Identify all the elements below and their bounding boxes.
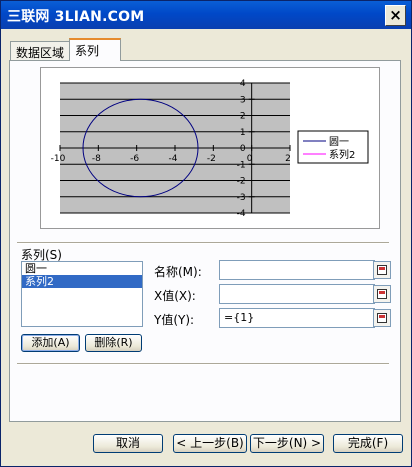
tab-series[interactable]: 系列	[69, 38, 121, 61]
x-tick-label: 0	[247, 154, 253, 164]
range-picker-icon	[377, 265, 387, 275]
name-range-picker[interactable]	[373, 261, 391, 279]
series-list[interactable]: 圆一 系列2	[21, 261, 143, 327]
y-tick-label: 1	[240, 128, 246, 138]
y-tick-label: 4	[240, 79, 246, 89]
y-tick-label: -1	[237, 160, 246, 170]
tab-data-range[interactable]: 数据区域	[10, 41, 71, 60]
close-icon[interactable]: ×	[385, 5, 406, 26]
x-tick-label: -8	[92, 154, 101, 164]
y-tick-label: -3	[237, 193, 246, 203]
divider	[17, 363, 389, 365]
back-button[interactable]: < 上一步(B)	[173, 434, 247, 453]
series-item-1[interactable]: 圆一	[22, 262, 142, 275]
y-tick-label: 0	[240, 144, 246, 154]
range-picker-icon	[377, 289, 387, 299]
x-values-input[interactable]	[219, 284, 375, 304]
y-tick-label: 2	[240, 112, 246, 122]
x-tick-label: -2	[207, 154, 216, 164]
chart-wizard-dialog: 三联网 3LIAN.COM × 数据区域 系列 -10 -8 -6 -4 -2 0 2 4 3 2…	[0, 0, 412, 467]
divider	[17, 242, 389, 244]
x-values-label: X值(X):	[154, 289, 196, 303]
window-title: 三联网 3LIAN.COM	[7, 9, 145, 25]
name-label: 名称(M):	[154, 265, 202, 279]
y-range-picker[interactable]	[373, 309, 391, 327]
series-item-2[interactable]: 系列2	[22, 275, 142, 288]
finish-button[interactable]: 完成(F)	[333, 434, 403, 453]
y-tick-label: -2	[237, 177, 246, 187]
next-button[interactable]: 下一步(N) >	[250, 434, 324, 453]
title-bar[interactable]: 三联网 3LIAN.COM ×	[1, 1, 411, 29]
delete-series-button[interactable]: 删除(R)	[85, 334, 142, 352]
x-tick-label: -6	[130, 154, 139, 164]
range-picker-icon	[377, 313, 387, 323]
x-tick-label: 2	[285, 154, 291, 164]
cancel-button[interactable]: 取消	[93, 434, 163, 453]
add-series-button[interactable]: 添加(A)	[21, 334, 80, 352]
name-input[interactable]	[219, 260, 375, 280]
legend-label: 圆一	[329, 136, 349, 148]
x-range-picker[interactable]	[373, 285, 391, 303]
legend-label: 系列2	[329, 148, 355, 161]
x-tick-label: -10	[51, 154, 66, 164]
x-tick-label: -4	[169, 154, 178, 164]
y-tick-label: -4	[237, 209, 246, 219]
y-values-input[interactable]: ={1}	[219, 308, 375, 328]
y-tick-label: 3	[240, 95, 246, 105]
y-values-label: Y值(Y):	[154, 313, 195, 327]
chart-preview: -10 -8 -6 -4 -2 0 243210-1-2-3-4圆一系列2	[51, 79, 369, 219]
